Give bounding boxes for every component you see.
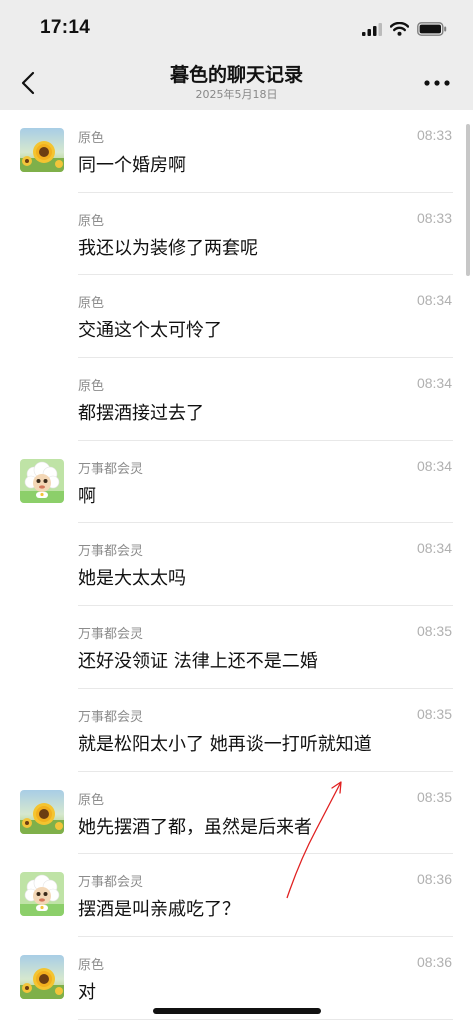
message-row[interactable]: 原色 08:33 我还以为装修了两套呢 xyxy=(0,193,473,276)
message-row[interactable]: 万事都会灵 08:35 就是松阳太小了 她再谈一打听就知道 xyxy=(0,689,473,772)
message-text: 都摆酒接过去了 xyxy=(78,403,204,425)
message-time: 08:34 xyxy=(416,292,452,309)
battery-icon xyxy=(417,22,447,36)
status-time: 17:14 xyxy=(40,17,91,38)
message-time: 08:36 xyxy=(416,871,452,888)
message-row[interactable]: 原色 08:33 同一个婚房啊 xyxy=(0,110,473,193)
message-text: 摆酒是叫亲戚吃了？ xyxy=(78,899,240,921)
message-sender: 原色 xyxy=(78,379,105,395)
more-dots-icon xyxy=(424,80,450,86)
signal-icon xyxy=(362,22,382,36)
home-indicator[interactable] xyxy=(153,1008,321,1014)
message-sender: 万事都会灵 xyxy=(78,627,144,643)
message-time: 08:33 xyxy=(416,127,452,143)
avatar[interactable] xyxy=(20,458,64,503)
message-text: 同一个婚房啊 xyxy=(78,155,186,176)
message-row[interactable]: 原色 08:34 交通这个太可怜了 xyxy=(0,275,473,359)
message-time: 08:35 xyxy=(416,623,452,640)
message-row[interactable]: 原色 08:35 她先摆酒了都，虽然是后来者 xyxy=(0,772,473,855)
message-text: 就是松阳太小了 她再谈一打听就知道 xyxy=(78,733,372,755)
more-button[interactable] xyxy=(421,71,453,95)
message-sender: 万事都会灵 xyxy=(78,461,144,477)
message-text: 她先摆酒了都，虽然是后来者 xyxy=(78,816,312,838)
page-subtitle: 2025年5月18日 xyxy=(195,88,278,101)
message-sender: 原色 xyxy=(78,296,105,312)
message-time: 08:36 xyxy=(416,953,452,970)
message-text: 啊 xyxy=(78,485,96,507)
message-time: 08:34 xyxy=(416,457,452,474)
message-time: 08:33 xyxy=(416,209,452,226)
wifi-icon xyxy=(390,22,409,36)
page-title: 暮色的聊天记录 xyxy=(169,64,303,86)
message-sender: 万事都会灵 xyxy=(78,544,144,560)
message-sender: 万事都会灵 xyxy=(78,875,144,891)
message-list[interactable]: 原色 08:33 同一个婚房啊 原色 08:33 我还以为装修了两套呢 原色 08:34 交通这… xyxy=(0,110,473,1024)
status-bar: 17:14 xyxy=(0,0,473,56)
avatar[interactable] xyxy=(20,128,64,172)
message-text: 我还以为装修了两套呢 xyxy=(78,237,258,259)
message-row[interactable]: 原色 08:34 都摆酒接过去了 xyxy=(0,358,473,441)
message-text: 还好没领证 法律上还不是二婚 xyxy=(78,651,318,673)
message-time: 08:34 xyxy=(416,540,452,557)
message-text: 对 xyxy=(78,981,96,1003)
message-time: 08:34 xyxy=(416,375,452,392)
message-sender: 原色 xyxy=(78,792,105,808)
title-block: 暮色的聊天记录 2025年5月18日 xyxy=(0,63,473,102)
message-row[interactable]: 万事都会灵 08:34 啊 xyxy=(0,441,473,524)
message-row[interactable]: 万事都会灵 08:34 她是大太太吗 xyxy=(0,523,473,607)
divider xyxy=(78,1018,453,1020)
message-text: 她是大太太吗 xyxy=(78,568,186,590)
avatar[interactable] xyxy=(20,872,64,917)
avatar[interactable] xyxy=(20,954,64,999)
message-row[interactable]: 万事都会灵 08:35 还好没领证 法律上还不是二婚 xyxy=(0,606,473,689)
avatar[interactable] xyxy=(20,789,64,834)
message-sender: 原色 xyxy=(78,957,105,973)
message-sender: 万事都会灵 xyxy=(78,709,144,725)
message-time: 08:35 xyxy=(416,788,452,805)
message-row[interactable]: 万事都会灵 08:36 摆酒是叫亲戚吃了？ xyxy=(0,854,473,937)
message-time: 08:35 xyxy=(416,705,452,722)
message-sender: 原色 xyxy=(78,213,105,229)
message-sender: 原色 xyxy=(78,131,105,146)
message-text: 交通这个太可怜了 xyxy=(78,320,222,342)
status-icons xyxy=(362,22,447,36)
scrollbar[interactable] xyxy=(466,124,470,276)
nav-bar: 暮色的聊天记录 2025年5月18日 xyxy=(0,56,473,110)
